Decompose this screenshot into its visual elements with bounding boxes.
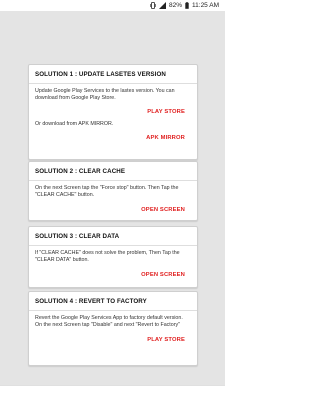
solution-description: On the next Screen tap the "Force stop" … bbox=[35, 185, 179, 198]
navigation-bar bbox=[0, 385, 225, 400]
apk-mirror-description: Or download from APK MIRROR. bbox=[35, 121, 114, 127]
solution-description: Revert the Google Play Services App to f… bbox=[35, 315, 183, 328]
open-screen-button[interactable]: OPEN SCREEN bbox=[29, 272, 197, 278]
battery-icon bbox=[185, 2, 189, 9]
solution-card-1: SOLUTION 1 : UPDATE LASETES VERSION Upda… bbox=[28, 64, 198, 160]
solution-description: Update Google Play Services to the laste… bbox=[35, 88, 175, 101]
solution-card-2: SOLUTION 2 : CLEAR CACHE On the next Scr… bbox=[28, 161, 198, 221]
solution-card-4: SOLUTION 4 : REVERT TO FACTORY Revert th… bbox=[28, 291, 198, 366]
play-store-button[interactable]: PLAY STORE bbox=[29, 337, 197, 343]
battery-percent: 82% bbox=[169, 2, 183, 9]
open-screen-button[interactable]: OPEN SCREEN bbox=[29, 207, 197, 213]
solution-card-3: SOLUTION 3 : CLEAR DATA If "CLEAR CACHE"… bbox=[28, 226, 198, 288]
solution-title: SOLUTION 4 : REVERT TO FACTORY bbox=[35, 298, 147, 305]
vibrate-icon bbox=[150, 2, 156, 9]
solution-description: If "CLEAR CACHE" does not solve the prob… bbox=[35, 250, 180, 263]
solution-title: SOLUTION 1 : UPDATE LASETES VERSION bbox=[35, 71, 166, 78]
status-bar: 82% 11:25 AM bbox=[0, 0, 225, 11]
signal-icon bbox=[159, 2, 166, 9]
apk-mirror-button[interactable]: APK MIRROR bbox=[29, 135, 197, 141]
solutions-list[interactable]: SOLUTION 1 : UPDATE LASETES VERSION Upda… bbox=[0, 11, 225, 385]
clock: 11:25 AM bbox=[192, 2, 219, 9]
solution-title: SOLUTION 2 : CLEAR CACHE bbox=[35, 168, 126, 175]
solution-title: SOLUTION 3 : CLEAR DATA bbox=[35, 233, 120, 240]
